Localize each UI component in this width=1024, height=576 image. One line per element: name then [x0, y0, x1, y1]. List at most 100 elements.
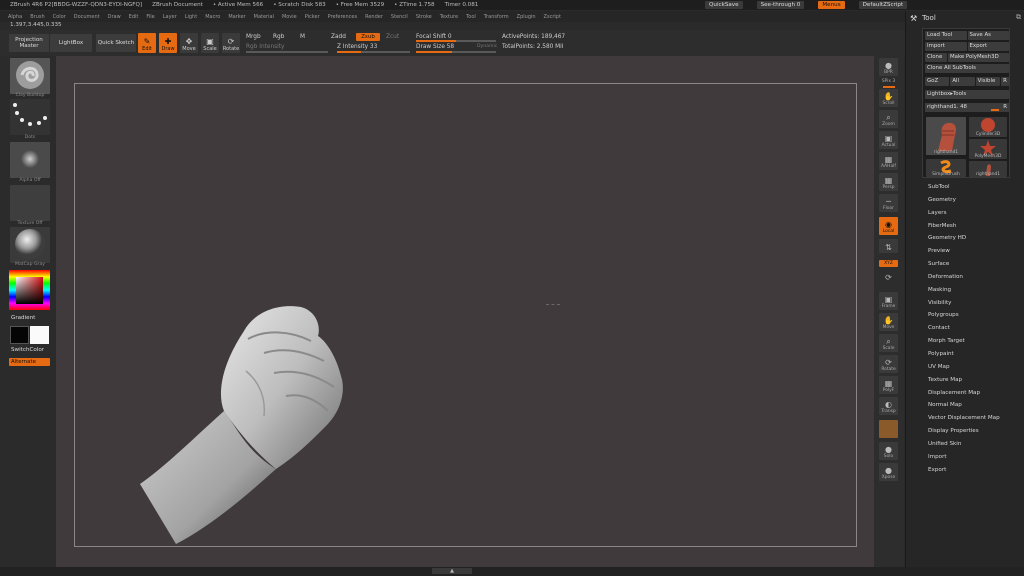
tool-thumb-righthand-2[interactable]: righthand1: [969, 161, 1007, 177]
hand-fist-model[interactable]: [136, 301, 356, 551]
tool-thumb-polymesh[interactable]: PolyMesh3D: [969, 139, 1007, 159]
lightbox-tools-button[interactable]: Lightbox▸Tools: [925, 90, 1009, 99]
menu-render[interactable]: Render: [365, 14, 383, 20]
texture-map-section[interactable]: Texture Map: [928, 377, 1023, 390]
morph-target-section[interactable]: Morph Target: [928, 338, 1023, 351]
menus-button[interactable]: Menus: [818, 1, 845, 9]
xyz-axis-button[interactable]: ⇅: [879, 239, 898, 253]
tool-thumb-righthand[interactable]: righthand1: [926, 117, 966, 155]
polygroups-section[interactable]: Polygroups: [928, 312, 1023, 325]
frame-button[interactable]: ▣ Frame: [879, 292, 898, 310]
menu-edit[interactable]: Edit: [129, 14, 139, 20]
subtool-section[interactable]: SubTool: [928, 184, 1023, 197]
menu-picker[interactable]: Picker: [305, 14, 320, 20]
menu-movie[interactable]: Movie: [282, 14, 297, 20]
bottom-tray-toggle[interactable]: ▲: [432, 568, 472, 574]
surface-section[interactable]: Surface: [928, 261, 1023, 274]
ghost-button[interactable]: [879, 420, 898, 438]
unified-skin-section[interactable]: Unified Skin: [928, 441, 1023, 454]
menu-macro[interactable]: Macro: [205, 14, 220, 20]
export-section[interactable]: Export: [928, 467, 1023, 480]
polypaint-section[interactable]: Polypaint: [928, 351, 1023, 364]
goz-button[interactable]: GoZ: [925, 77, 950, 86]
projection-master-button[interactable]: Projection Master: [9, 34, 49, 52]
palette-dock-icon[interactable]: ⧉: [1016, 13, 1021, 22]
dynamic-toggle[interactable]: Dynamic: [477, 44, 497, 49]
material-thumbnail[interactable]: [10, 227, 50, 263]
save-as-button[interactable]: Save As: [967, 31, 1009, 40]
switch-color-button[interactable]: SwitchColor: [11, 347, 44, 353]
xpose-button[interactable]: ● Xpose: [879, 463, 898, 481]
brush-thumbnail[interactable]: [10, 58, 50, 94]
menu-stroke[interactable]: Stroke: [416, 14, 432, 20]
polyf-button[interactable]: ▦ PolyF: [879, 376, 898, 394]
tool-palette-header[interactable]: ⚒ Tool ⧉: [910, 13, 1021, 23]
canvas-viewport[interactable]: [56, 56, 874, 567]
aahalf-button[interactable]: ▦ AAHalf: [879, 152, 898, 170]
fibermesh-section[interactable]: FiberMesh: [928, 223, 1023, 236]
stroke-thumbnail[interactable]: [10, 99, 50, 135]
menu-texture[interactable]: Texture: [440, 14, 458, 20]
zoom-button[interactable]: ⌕ Zoom: [879, 110, 898, 128]
color-picker[interactable]: [9, 270, 50, 310]
edit-button[interactable]: ✎ Edit: [138, 33, 156, 53]
load-tool-button[interactable]: Load Tool: [925, 31, 967, 40]
menu-document[interactable]: Document: [74, 14, 100, 20]
z-intensity-slider[interactable]: Z Intensity 33: [337, 44, 377, 50]
uv-map-section[interactable]: UV Map: [928, 364, 1023, 377]
menu-marker[interactable]: Marker: [228, 14, 245, 20]
draw-button[interactable]: ✚ Draw: [159, 33, 177, 53]
transp-button[interactable]: ◐ Transp: [879, 397, 898, 415]
menu-draw[interactable]: Draw: [108, 14, 121, 20]
zadd-button[interactable]: Zadd: [331, 34, 346, 40]
bpr-button[interactable]: ● BPR: [879, 58, 898, 76]
zcut-button[interactable]: Zcut: [386, 34, 399, 40]
visibility-section[interactable]: Visibility: [928, 300, 1023, 313]
masking-section[interactable]: Masking: [928, 287, 1023, 300]
solo-button[interactable]: ● Solo: [879, 442, 898, 460]
make-polymesh-button[interactable]: Make PolyMesh3D: [948, 53, 1009, 62]
secondary-color-swatch[interactable]: [30, 326, 49, 344]
current-tool-r-button[interactable]: R: [1003, 103, 1007, 112]
menu-layer[interactable]: Layer: [163, 14, 177, 20]
export-tool-button[interactable]: Export: [967, 42, 1009, 51]
menu-alpha[interactable]: Alpha: [8, 14, 22, 20]
zsub-button[interactable]: Zsub: [356, 33, 380, 41]
mrgb-button[interactable]: Mrgb: [246, 34, 261, 40]
move-button[interactable]: ✥ Move: [180, 33, 198, 53]
menu-zplugin[interactable]: Zplugin: [517, 14, 536, 20]
rotate-axis-button[interactable]: ⟳: [879, 269, 898, 283]
menu-light[interactable]: Light: [185, 14, 197, 20]
rotate-button[interactable]: ⟳ Rotate: [222, 33, 240, 53]
menu-zscript[interactable]: Zscript: [544, 14, 561, 20]
rgb-button[interactable]: Rgb: [273, 34, 284, 40]
menu-stencil[interactable]: Stencil: [391, 14, 408, 20]
geometry-section[interactable]: Geometry: [928, 197, 1023, 210]
vector-displacement-map-section[interactable]: Vector Displacement Map: [928, 415, 1023, 428]
default-zscript-button[interactable]: DefaultZScript: [858, 1, 908, 9]
menu-file[interactable]: File: [146, 14, 154, 20]
layers-section[interactable]: Layers: [928, 210, 1023, 223]
goz-visible-button[interactable]: Visible: [975, 77, 1000, 86]
menu-transform[interactable]: Transform: [484, 14, 509, 20]
menu-tool[interactable]: Tool: [466, 14, 476, 20]
scale-view-button[interactable]: ⌕ Scale: [879, 334, 898, 352]
menu-color[interactable]: Color: [53, 14, 66, 20]
quicksave-button[interactable]: QuickSave: [705, 1, 743, 9]
display-properties-section[interactable]: Display Properties: [928, 428, 1023, 441]
contact-section[interactable]: Contact: [928, 325, 1023, 338]
preview-section[interactable]: Preview: [928, 248, 1023, 261]
menu-brush[interactable]: Brush: [30, 14, 44, 20]
quick-sketch-button[interactable]: Quick Sketch: [96, 34, 136, 52]
local-button[interactable]: ◉ Local: [879, 217, 898, 235]
scroll-button[interactable]: ✋ Scroll: [879, 89, 898, 107]
deformation-section[interactable]: Deformation: [928, 274, 1023, 287]
alternate-button[interactable]: Alternate: [9, 358, 50, 366]
import-section[interactable]: Import: [928, 454, 1023, 467]
normal-map-section[interactable]: Normal Map: [928, 402, 1023, 415]
see-through-slider[interactable]: See-through 0: [756, 1, 805, 9]
persp-button[interactable]: ▦ Persp: [879, 173, 898, 191]
goz-r-button[interactable]: R: [1000, 77, 1009, 86]
actual-button[interactable]: ▣ Actual: [879, 131, 898, 149]
xyz-button[interactable]: XYZ: [879, 260, 898, 267]
